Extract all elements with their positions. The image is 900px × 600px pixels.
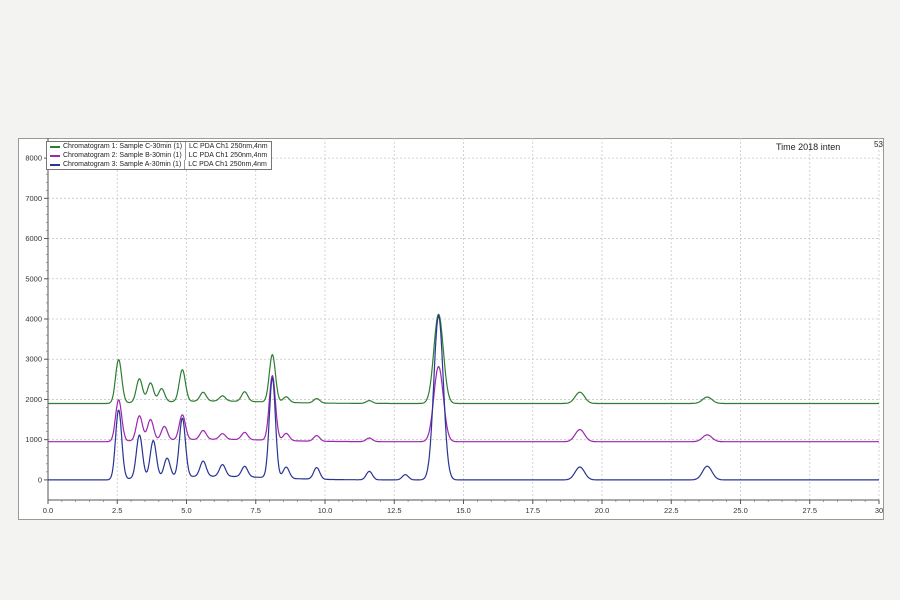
legend-detail-2: LC PDA Ch1 250nm,4nm — [188, 152, 268, 159]
x-tick-label: 2.5 — [112, 506, 122, 515]
axis-layer: 0.0 2.5 5.0 7.5 10.0 12.5 15.0 17.5 20.0 22.5 25.0… — [25, 138, 883, 515]
y-tick-label: 6000 — [25, 234, 42, 243]
legend-swatch-1 — [50, 145, 60, 148]
y-tick-label: 5000 — [25, 274, 42, 283]
legend-entry-1: Chromatogram 1: Sample C-30min (1) LC PD… — [47, 142, 271, 151]
legend-swatch-2 — [50, 154, 60, 157]
x-tick-label: 20.0 — [595, 506, 610, 515]
x-tick-label: 5.0 — [181, 506, 191, 515]
x-tick-label: 22.5 — [664, 506, 679, 515]
chromatogram-chart: 0.0 2.5 5.0 7.5 10.0 12.5 15.0 17.5 20.0 22.5 25.0… — [25, 138, 883, 515]
y-tick-label: 0 — [38, 475, 42, 484]
corner-label: 53 — [874, 140, 883, 149]
legend-name-2: Chromatogram 2: Sample B-30min (1) — [63, 151, 186, 160]
x-tick-label: 10.0 — [318, 506, 333, 515]
grid-layer — [48, 138, 880, 500]
y-tick-label: 7000 — [25, 194, 42, 203]
y-tick-label: 3000 — [25, 355, 42, 364]
chart-window: 0.0 2.5 5.0 7.5 10.0 12.5 15.0 17.5 20.0 22.5 25.0… — [0, 0, 900, 600]
legend-swatch-3 — [50, 163, 60, 166]
x-tick-label: 0.0 — [43, 506, 53, 515]
y-tick-label: 2000 — [25, 395, 42, 404]
x-tick-label: 27.5 — [802, 506, 817, 515]
x-tick-label: 15.0 — [456, 506, 471, 515]
y-tick-label: 1000 — [25, 435, 42, 444]
legend: Chromatogram 1: Sample C-30min (1) LC PD… — [46, 141, 272, 170]
legend-name-3: Chromatogram 3: Sample A-30min (1) — [63, 160, 186, 169]
x-tick-label: 12.5 — [387, 506, 402, 515]
y-tick-label: 8000 — [25, 154, 42, 163]
legend-detail-3: LC PDA Ch1 250nm,4nm — [188, 161, 267, 168]
x-tick-label: 25.0 — [733, 506, 748, 515]
chart-title: Time 2018 inten — [776, 142, 841, 152]
legend-detail-1: LC PDA Ch1 250nm,4nm — [189, 143, 268, 150]
x-tick-label: 17.5 — [525, 506, 540, 515]
legend-name-1: Chromatogram 1: Sample C-30min (1) — [63, 142, 187, 151]
legend-entry-3: Chromatogram 3: Sample A-30min (1) LC PD… — [47, 160, 271, 169]
x-tick-label: 30 — [875, 506, 883, 515]
y-tick-label: 4000 — [25, 315, 42, 324]
x-tick-label: 7.5 — [251, 506, 261, 515]
legend-entry-2: Chromatogram 2: Sample B-30min (1) LC PD… — [47, 151, 271, 160]
